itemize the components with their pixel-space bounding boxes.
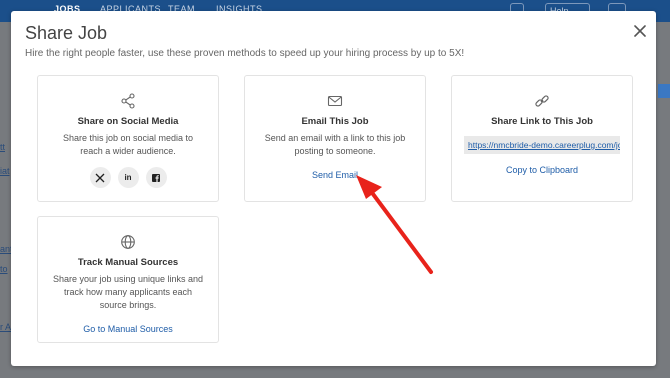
bg-link[interactable]: r A — [0, 322, 11, 332]
bg-link[interactable]: to — [0, 264, 8, 274]
bg-link[interactable]: iat — [0, 166, 10, 176]
modal-title: Share Job — [25, 23, 108, 43]
card-description: Share this job on social media to reach … — [62, 133, 194, 156]
share-job-modal: Share Job Hire the right people faster, … — [11, 11, 656, 366]
share-icon — [121, 93, 135, 109]
globe-icon — [121, 235, 135, 249]
share-link-card: Share Link to This Job https://nmcbride-… — [451, 75, 633, 202]
social-media-card: Share on Social Media Share this job on … — [37, 75, 219, 202]
envelope-icon — [327, 95, 343, 107]
x-share-button[interactable] — [89, 167, 111, 188]
social-buttons: in — [38, 167, 218, 188]
manual-sources-link[interactable]: Go to Manual Sources — [83, 324, 173, 334]
linkedin-share-button[interactable]: in — [117, 167, 139, 188]
card-description: Send an email with a link to this job po… — [264, 133, 406, 156]
copy-to-clipboard-link[interactable]: Copy to Clipboard — [506, 165, 578, 175]
job-url-field[interactable]: https://nmcbride-demo.careerplug.com/jo — [464, 136, 620, 154]
facebook-share-button[interactable] — [145, 167, 167, 188]
x-icon — [95, 173, 105, 182]
card-title: Share Link to This Job — [491, 116, 593, 127]
card-title: Share on Social Media — [77, 116, 179, 127]
manual-sources-card: Track Manual Sources Share your job usin… — [37, 216, 219, 343]
bg-side-button[interactable] — [658, 84, 670, 98]
card-title: Email This Job — [301, 116, 369, 127]
card-title: Track Manual Sources — [77, 257, 179, 268]
modal-subtitle: Hire the right people faster, use these … — [25, 48, 465, 59]
card-description: Share your job using unique links and tr… — [52, 274, 204, 310]
facebook-icon — [152, 173, 160, 182]
email-job-card: Email This Job Send an email with a link… — [244, 75, 426, 202]
bg-link[interactable]: tt — [0, 142, 5, 152]
close-icon[interactable] — [632, 23, 648, 39]
linkedin-icon: in — [124, 173, 132, 182]
link-icon — [535, 95, 549, 107]
send-email-link[interactable]: Send Email — [312, 170, 358, 180]
